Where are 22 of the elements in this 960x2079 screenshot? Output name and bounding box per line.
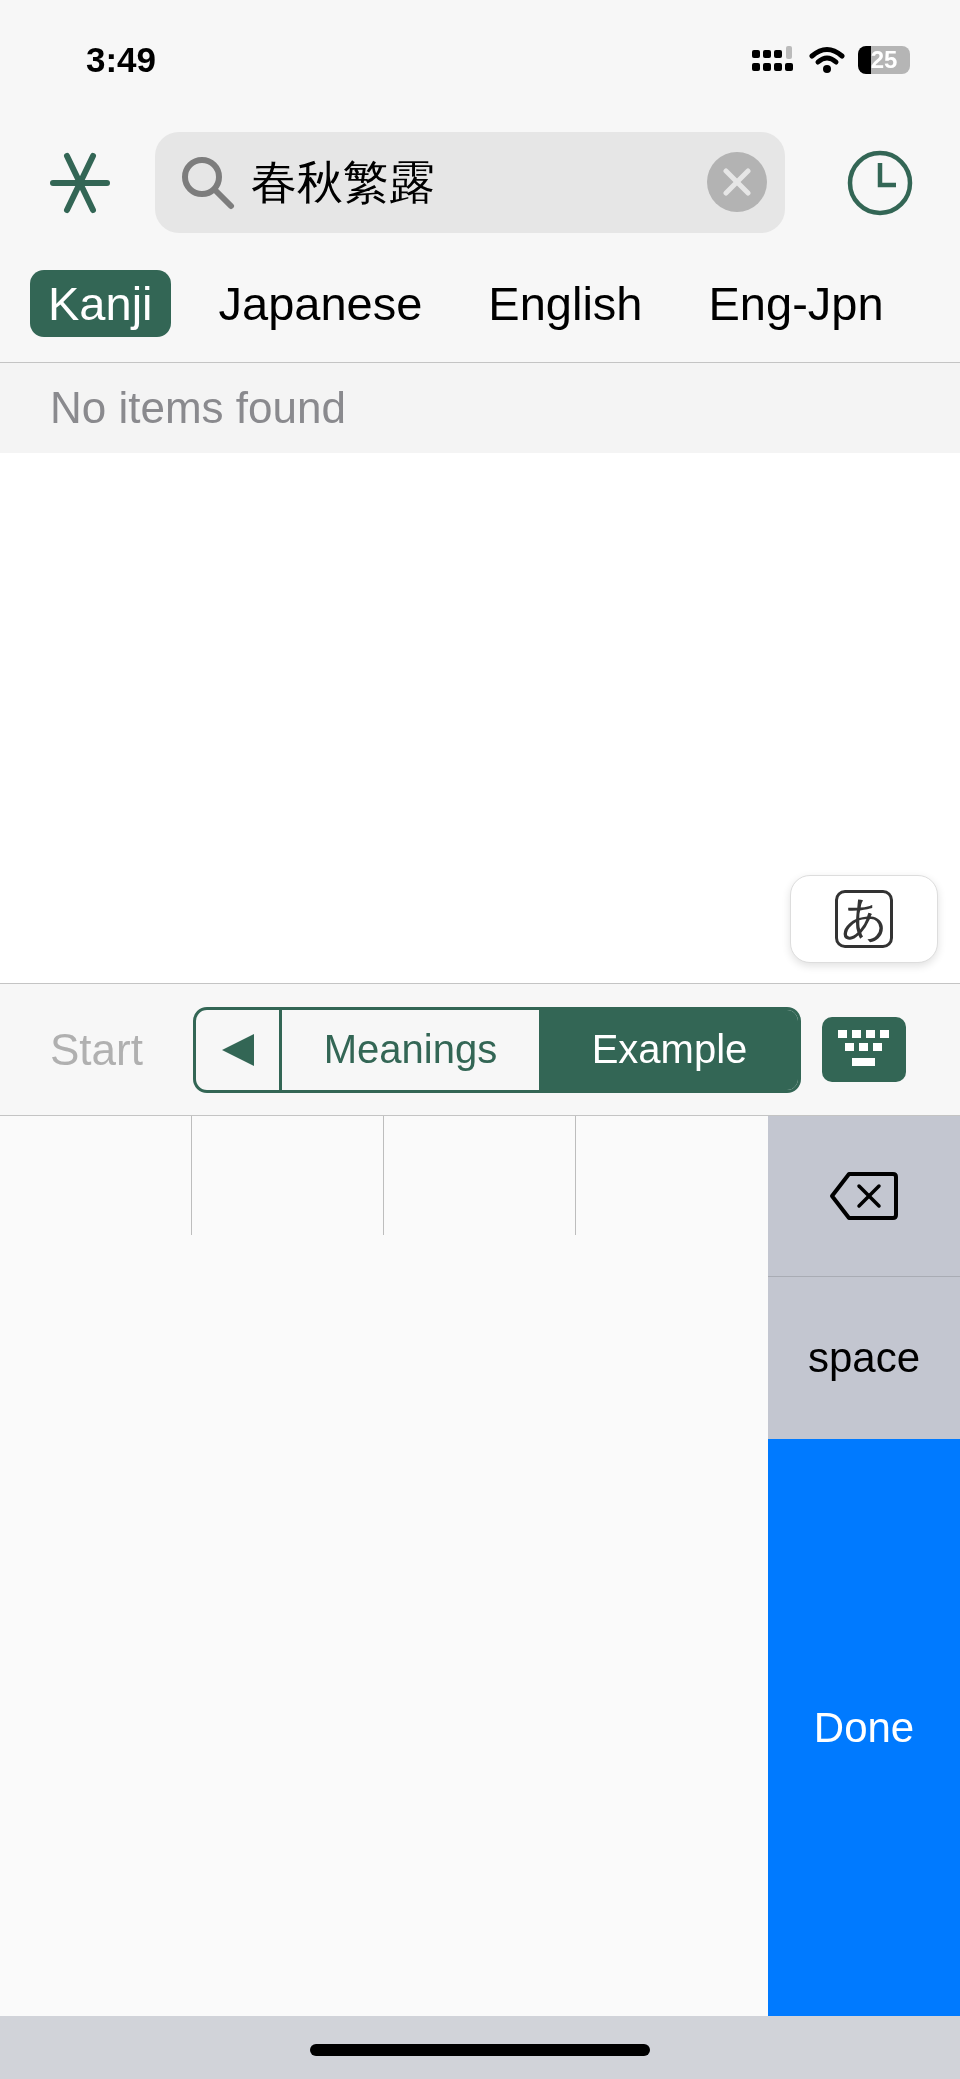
tab[interactable]: Japanese bbox=[200, 270, 441, 337]
space-key[interactable]: space bbox=[768, 1277, 960, 1439]
search-field[interactable]: 春秋繁露 bbox=[155, 132, 785, 233]
backspace-icon bbox=[829, 1171, 899, 1221]
battery-level: 25 bbox=[858, 46, 910, 74]
tab[interactable]: Eng-Jpn bbox=[690, 270, 902, 337]
tab[interactable]: Kanji bbox=[30, 270, 171, 337]
tab[interactable]: English bbox=[470, 270, 661, 337]
close-icon bbox=[723, 168, 751, 196]
empty-message: No items found bbox=[50, 383, 346, 433]
input-mode-button[interactable]: あ bbox=[790, 875, 938, 963]
signal-icon bbox=[752, 46, 796, 74]
wifi-icon bbox=[808, 46, 846, 74]
home-indicator[interactable] bbox=[310, 2043, 650, 2056]
keyboard-button[interactable] bbox=[822, 1017, 906, 1082]
segment[interactable]: Meanings bbox=[282, 1009, 539, 1090]
clock: 3:49 bbox=[86, 40, 157, 80]
done-key[interactable]: Done bbox=[768, 1439, 960, 2016]
segment[interactable]: Example bbox=[539, 1009, 798, 1090]
backspace-key[interactable] bbox=[768, 1116, 960, 1277]
clock-icon[interactable] bbox=[846, 148, 914, 217]
search-icon bbox=[179, 154, 235, 210]
